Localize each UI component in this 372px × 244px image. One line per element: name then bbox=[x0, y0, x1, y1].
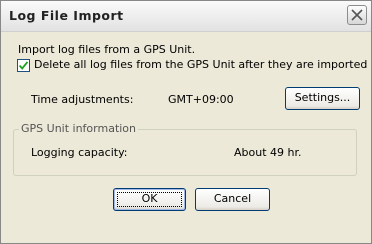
settings-button-label: Settings... bbox=[294, 91, 351, 104]
logging-capacity-value: About 49 hr. bbox=[234, 146, 302, 159]
intro-text: Import log files from a GPS Unit. bbox=[18, 43, 196, 56]
checkmark-icon bbox=[19, 61, 28, 70]
ok-button-label: OK bbox=[141, 192, 158, 205]
ok-button[interactable]: OK bbox=[113, 188, 186, 211]
title-bar[interactable]: Log File Import bbox=[1, 1, 371, 32]
cancel-button-label: Cancel bbox=[213, 192, 252, 205]
time-adjustments-label: Time adjustments: bbox=[31, 93, 134, 106]
delete-logs-checkbox[interactable] bbox=[17, 59, 30, 72]
cancel-button[interactable]: Cancel bbox=[195, 188, 270, 211]
settings-button[interactable]: Settings... bbox=[285, 87, 360, 110]
log-file-import-dialog: Log File Import Import log files from a … bbox=[0, 0, 372, 244]
close-icon bbox=[351, 9, 363, 21]
dialog-title: Log File Import bbox=[9, 8, 124, 23]
close-button[interactable] bbox=[347, 5, 367, 25]
time-adjustments-value: GMT+09:00 bbox=[168, 93, 234, 106]
delete-logs-label[interactable]: Delete all log files from the GPS Unit a… bbox=[34, 58, 367, 71]
gps-info-group-label: GPS Unit information bbox=[19, 122, 139, 135]
logging-capacity-label: Logging capacity: bbox=[31, 146, 128, 159]
